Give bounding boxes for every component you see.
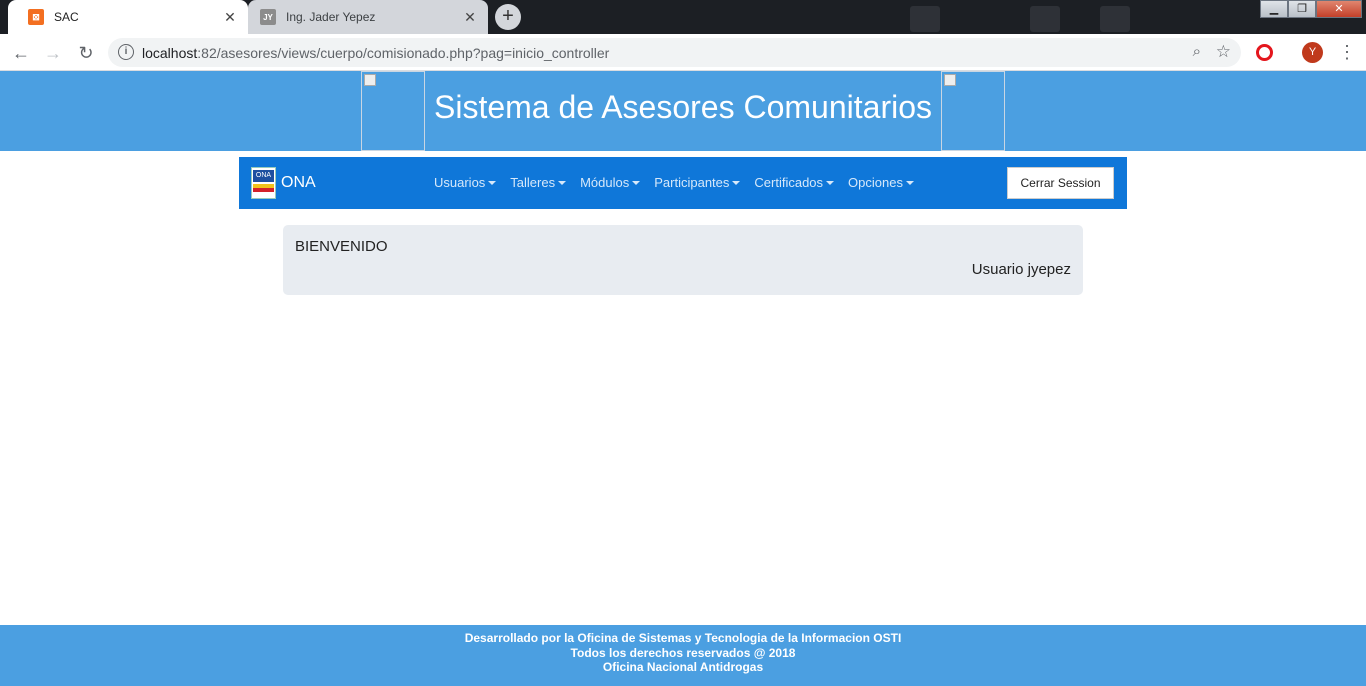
close-window-button[interactable]: ✕ bbox=[1316, 0, 1362, 18]
flag-stripe-red bbox=[253, 188, 274, 192]
browser-menu-icon[interactable]: ⋮ bbox=[1338, 41, 1356, 63]
user-initials-favicon-icon: JY bbox=[260, 9, 276, 25]
caret-down-icon bbox=[558, 180, 567, 185]
left-logo-image bbox=[361, 71, 425, 151]
menu-label: Certificados bbox=[754, 175, 824, 190]
page-title: Sistema de Asesores Comunitarios bbox=[434, 89, 932, 125]
close-tab-icon[interactable]: ✕ bbox=[462, 9, 478, 25]
broken-image-icon bbox=[364, 74, 376, 86]
main-navbar: ONA ONA Usuarios Talleres Módulos Partic… bbox=[239, 157, 1127, 209]
xampp-favicon-icon: ⊠ bbox=[28, 9, 44, 25]
minimize-window-button[interactable]: ▁ bbox=[1260, 0, 1288, 18]
menu-label: Opciones bbox=[848, 175, 903, 190]
welcome-panel: BIENVENIDO Usuario jyepez bbox=[283, 225, 1083, 295]
menu-label: Módulos bbox=[580, 175, 630, 190]
logout-button[interactable]: Cerrar Session bbox=[1007, 167, 1114, 199]
caret-down-icon bbox=[632, 180, 641, 185]
zoom-icon[interactable]: ⌕ bbox=[1193, 43, 1201, 60]
maximize-window-button[interactable]: ❐ bbox=[1288, 0, 1316, 18]
current-user-label: Usuario jyepez bbox=[971, 261, 1071, 278]
menu-label: Usuarios bbox=[434, 175, 486, 190]
bookmark-star-icon[interactable]: ☆ bbox=[1216, 42, 1231, 62]
url-text[interactable]: localhost:82/asesores/views/cuerpo/comis… bbox=[142, 45, 609, 61]
new-tab-button[interactable]: + bbox=[495, 4, 521, 30]
caret-down-icon bbox=[488, 180, 497, 185]
menu-talleres[interactable]: Talleres bbox=[510, 175, 567, 190]
footer-line-rights: Todos los derechos reservados @ 2018 bbox=[570, 645, 796, 660]
ona-logo-text: ONA bbox=[253, 170, 274, 182]
caret-down-icon bbox=[826, 180, 835, 185]
right-logo-image bbox=[941, 71, 1005, 151]
menu-participantes[interactable]: Participantes bbox=[654, 175, 741, 190]
profile-avatar[interactable]: Y bbox=[1302, 42, 1323, 63]
broken-image-icon bbox=[944, 74, 956, 86]
url-path: :82/asesores/views/cuerpo/comisionado.ph… bbox=[197, 45, 610, 61]
address-bar[interactable]: i localhost:82/asesores/views/cuerpo/com… bbox=[108, 38, 1241, 67]
tab-title: Ing. Jader Yepez bbox=[286, 10, 376, 24]
menu-modulos[interactable]: Módulos bbox=[580, 175, 641, 190]
menu-usuarios[interactable]: Usuarios bbox=[434, 175, 497, 190]
header-banner: Sistema de Asesores Comunitarios bbox=[0, 71, 1366, 151]
browser-toolbar: ← → ↻ i localhost:82/asesores/views/cuer… bbox=[0, 34, 1366, 71]
menu-label: Talleres bbox=[510, 175, 556, 190]
menu-label: Participantes bbox=[654, 175, 730, 190]
web-page: Sistema de Asesores Comunitarios ONA ONA… bbox=[0, 71, 1366, 686]
tab-title: SAC bbox=[54, 10, 79, 24]
close-tab-icon[interactable]: ✕ bbox=[222, 9, 238, 25]
menu-certificados[interactable]: Certificados bbox=[754, 175, 835, 190]
forward-arrow-icon[interactable]: → bbox=[41, 41, 65, 65]
page-footer: Desarrollado por la Oficina de Sistemas … bbox=[0, 625, 1366, 686]
tab-jader-yepez[interactable]: JY Ing. Jader Yepez ✕ bbox=[248, 0, 488, 34]
tab-sac[interactable]: ⊠ SAC ✕ bbox=[8, 0, 248, 34]
menu-opciones[interactable]: Opciones bbox=[848, 175, 914, 190]
ona-logo-icon: ONA bbox=[251, 167, 276, 199]
site-info-icon[interactable]: i bbox=[118, 44, 134, 60]
background-decoration bbox=[1030, 6, 1060, 32]
navbar-menu: Usuarios Talleres Módulos Participantes … bbox=[434, 175, 928, 190]
back-arrow-icon[interactable]: ← bbox=[9, 41, 33, 65]
brand-name: ONA bbox=[281, 174, 316, 191]
caret-down-icon bbox=[905, 180, 914, 185]
background-decoration bbox=[1100, 6, 1130, 32]
footer-line-organization: Oficina Nacional Antidrogas bbox=[602, 660, 764, 674]
reload-icon[interactable]: ↻ bbox=[74, 41, 98, 65]
url-host: localhost bbox=[142, 45, 198, 61]
welcome-heading: BIENVENIDO bbox=[295, 238, 388, 255]
footer-line-developer: Desarrollado por la Oficina de Sistemas … bbox=[464, 631, 902, 645]
opera-extension-icon[interactable] bbox=[1256, 44, 1273, 61]
navbar-brand[interactable]: ONA ONA bbox=[251, 167, 316, 199]
browser-tab-strip: ⊠ SAC ✕ JY Ing. Jader Yepez ✕ + ▁ ❐ ✕ bbox=[0, 0, 1366, 34]
caret-down-icon bbox=[732, 180, 741, 185]
background-decoration bbox=[910, 6, 940, 32]
